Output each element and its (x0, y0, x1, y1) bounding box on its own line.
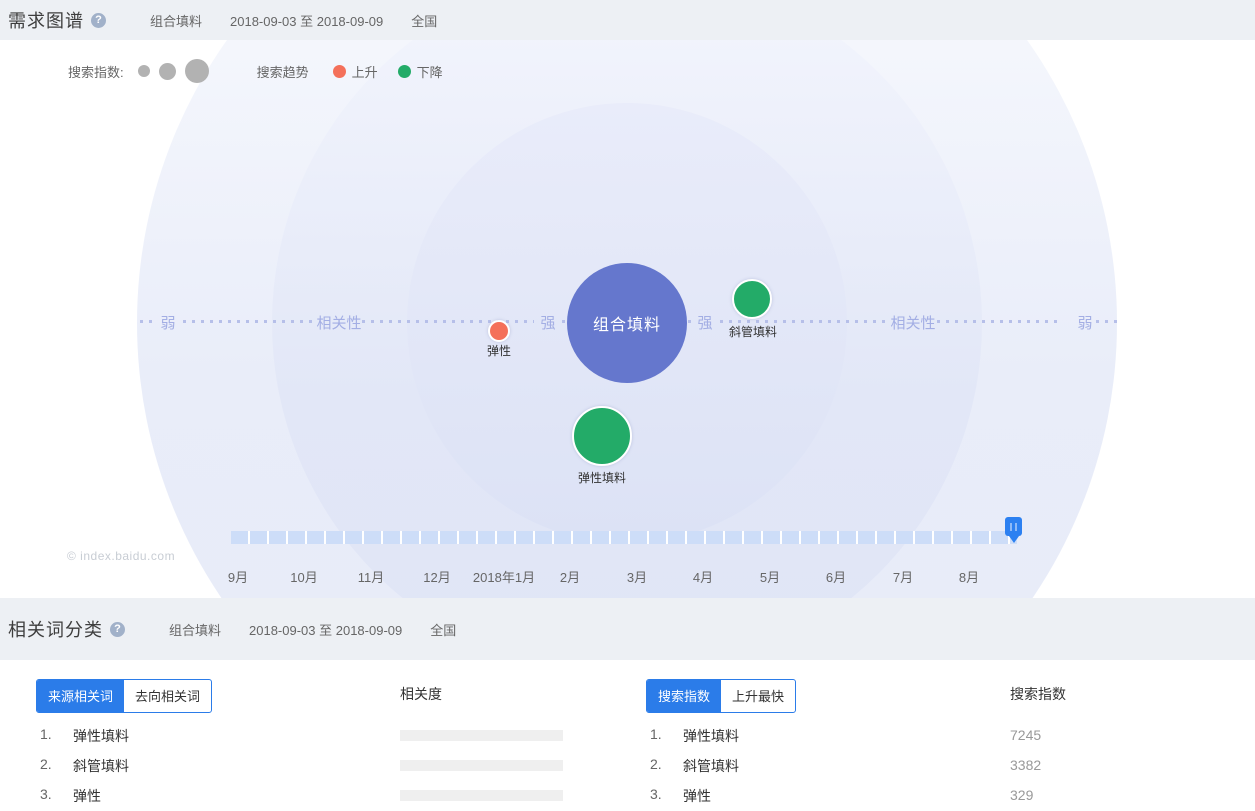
legend-size-label: 搜索指数: (68, 62, 124, 81)
filter-summary: 组合填料 2018-09-03 至 2018-09-09 全国 (106, 11, 437, 30)
rank-label: 1. (650, 726, 662, 742)
axis-label-weak-left: 弱 (138, 312, 198, 333)
timeline-slider-track[interactable] (231, 531, 1017, 544)
month-tick[interactable]: 8月 (924, 567, 1014, 586)
list-item[interactable]: 3. 弹性 (36, 786, 600, 806)
list-item[interactable]: 1. 弹性填料 (36, 726, 600, 746)
demand-map-chart: 搜索指数: 搜索趋势 上升 下降 弱 相关性 强 强 相关性 弱 组合填料 弹性… (0, 40, 1255, 598)
term-label[interactable]: 弹性填料 (683, 726, 739, 746)
keyword-label: 组合填料 (150, 11, 202, 30)
rank-label: 3. (650, 786, 662, 802)
timeline-slider-handle[interactable] (1005, 517, 1022, 543)
list-item[interactable]: 2. 斜管填料 3382 (646, 756, 1210, 776)
slider-grip-icon (1005, 517, 1022, 536)
filter-summary: 组合填料 2018-09-03 至 2018-09-09 全国 (125, 620, 456, 639)
size-dot-small-icon (138, 65, 150, 77)
size-dot-medium-icon (159, 63, 176, 80)
relevance-column-header: 相关度 (400, 684, 442, 704)
axis-dots (937, 320, 1063, 323)
legend-trend-label: 搜索趋势 (257, 62, 309, 81)
trend-down-dot-icon (398, 65, 411, 78)
tab-search-index[interactable]: 搜索指数 (647, 680, 721, 712)
demand-map-header-band: 需求图谱 ? 组合填料 2018-09-03 至 2018-09-09 全国 (0, 0, 1255, 40)
term-label[interactable]: 斜管填料 (683, 756, 739, 776)
axis-dots (362, 320, 534, 323)
axis-label-weak-right: 弱 (1055, 312, 1115, 333)
trend-up-dot-icon (333, 65, 346, 78)
related-words-panel: 来源相关词 去向相关词 相关度 1. 弹性填料 2. 斜管填料 3. 弹性 搜索… (0, 660, 1255, 811)
index-value: 7245 (1010, 727, 1041, 743)
list-item[interactable]: 1. 弹性填料 7245 (646, 726, 1210, 746)
section-title: 相关词分类 (8, 616, 103, 642)
help-icon[interactable]: ? (91, 13, 106, 28)
axis-label-relevance-right: 相关性 (883, 312, 943, 333)
list-item[interactable]: 2. 斜管填料 (36, 756, 600, 776)
tab-source-related[interactable]: 来源相关词 (37, 680, 124, 712)
source-direction-tabs: 来源相关词 去向相关词 (36, 679, 212, 713)
rank-label: 3. (40, 786, 52, 802)
index-sort-tabs: 搜索指数 上升最快 (646, 679, 796, 713)
region-label: 全国 (430, 620, 456, 639)
rank-label: 2. (40, 756, 52, 772)
index-value: 329 (1010, 787, 1033, 803)
rank-label: 2. (650, 756, 662, 772)
page-title: 需求图谱 (8, 7, 84, 33)
chart-legend: 搜索指数: 搜索趋势 上升 下降 (68, 58, 443, 84)
relevance-bar (400, 760, 563, 771)
term-label[interactable]: 弹性 (683, 786, 711, 806)
related-word-bubble-label: 弹性填料 (557, 469, 647, 486)
term-label[interactable]: 弹性 (73, 786, 101, 806)
slider-pointer-icon (1009, 536, 1019, 543)
related-word-bubble-label: 斜管填料 (708, 323, 798, 340)
relevance-bar (400, 790, 563, 801)
trend-up-label: 上升 (352, 62, 378, 81)
tab-fastest-rising[interactable]: 上升最快 (721, 680, 795, 712)
search-index-column: 搜索指数 上升最快 搜索指数 1. 弹性填料 7245 2. 斜管填料 3382… (646, 660, 1210, 811)
trend-down-label: 下降 (417, 62, 443, 81)
center-keyword-bubble[interactable]: 组合填料 (567, 263, 687, 383)
axis-dots (183, 320, 317, 323)
term-label[interactable]: 斜管填料 (73, 756, 129, 776)
list-item[interactable]: 3. 弹性 329 (646, 786, 1210, 806)
source-words-column: 来源相关词 去向相关词 相关度 1. 弹性填料 2. 斜管填料 3. 弹性 (36, 660, 600, 811)
related-word-bubble[interactable] (488, 320, 510, 342)
related-word-bubble[interactable] (572, 406, 632, 466)
watermark: © index.baidu.com (67, 549, 175, 563)
axis-label-relevance-left: 相关性 (309, 312, 369, 333)
relevance-bar (400, 730, 563, 741)
date-range-label: 2018-09-03 至 2018-09-09 (249, 620, 402, 639)
related-words-header-band: 相关词分类 ? 组合填料 2018-09-03 至 2018-09-09 全国 (0, 598, 1255, 660)
help-icon[interactable]: ? (110, 622, 125, 637)
related-word-bubble[interactable] (732, 279, 772, 319)
index-value: 3382 (1010, 757, 1041, 773)
keyword-label: 组合填料 (169, 620, 221, 639)
date-range-label: 2018-09-03 至 2018-09-09 (230, 11, 383, 30)
region-label: 全国 (411, 11, 437, 30)
related-word-bubble-label: 弹性 (454, 342, 544, 359)
term-label[interactable]: 弹性填料 (73, 726, 129, 746)
tab-target-related[interactable]: 去向相关词 (124, 680, 211, 712)
rank-label: 1. (40, 726, 52, 742)
size-dot-large-icon (185, 59, 209, 83)
index-column-header: 搜索指数 (1010, 684, 1066, 704)
